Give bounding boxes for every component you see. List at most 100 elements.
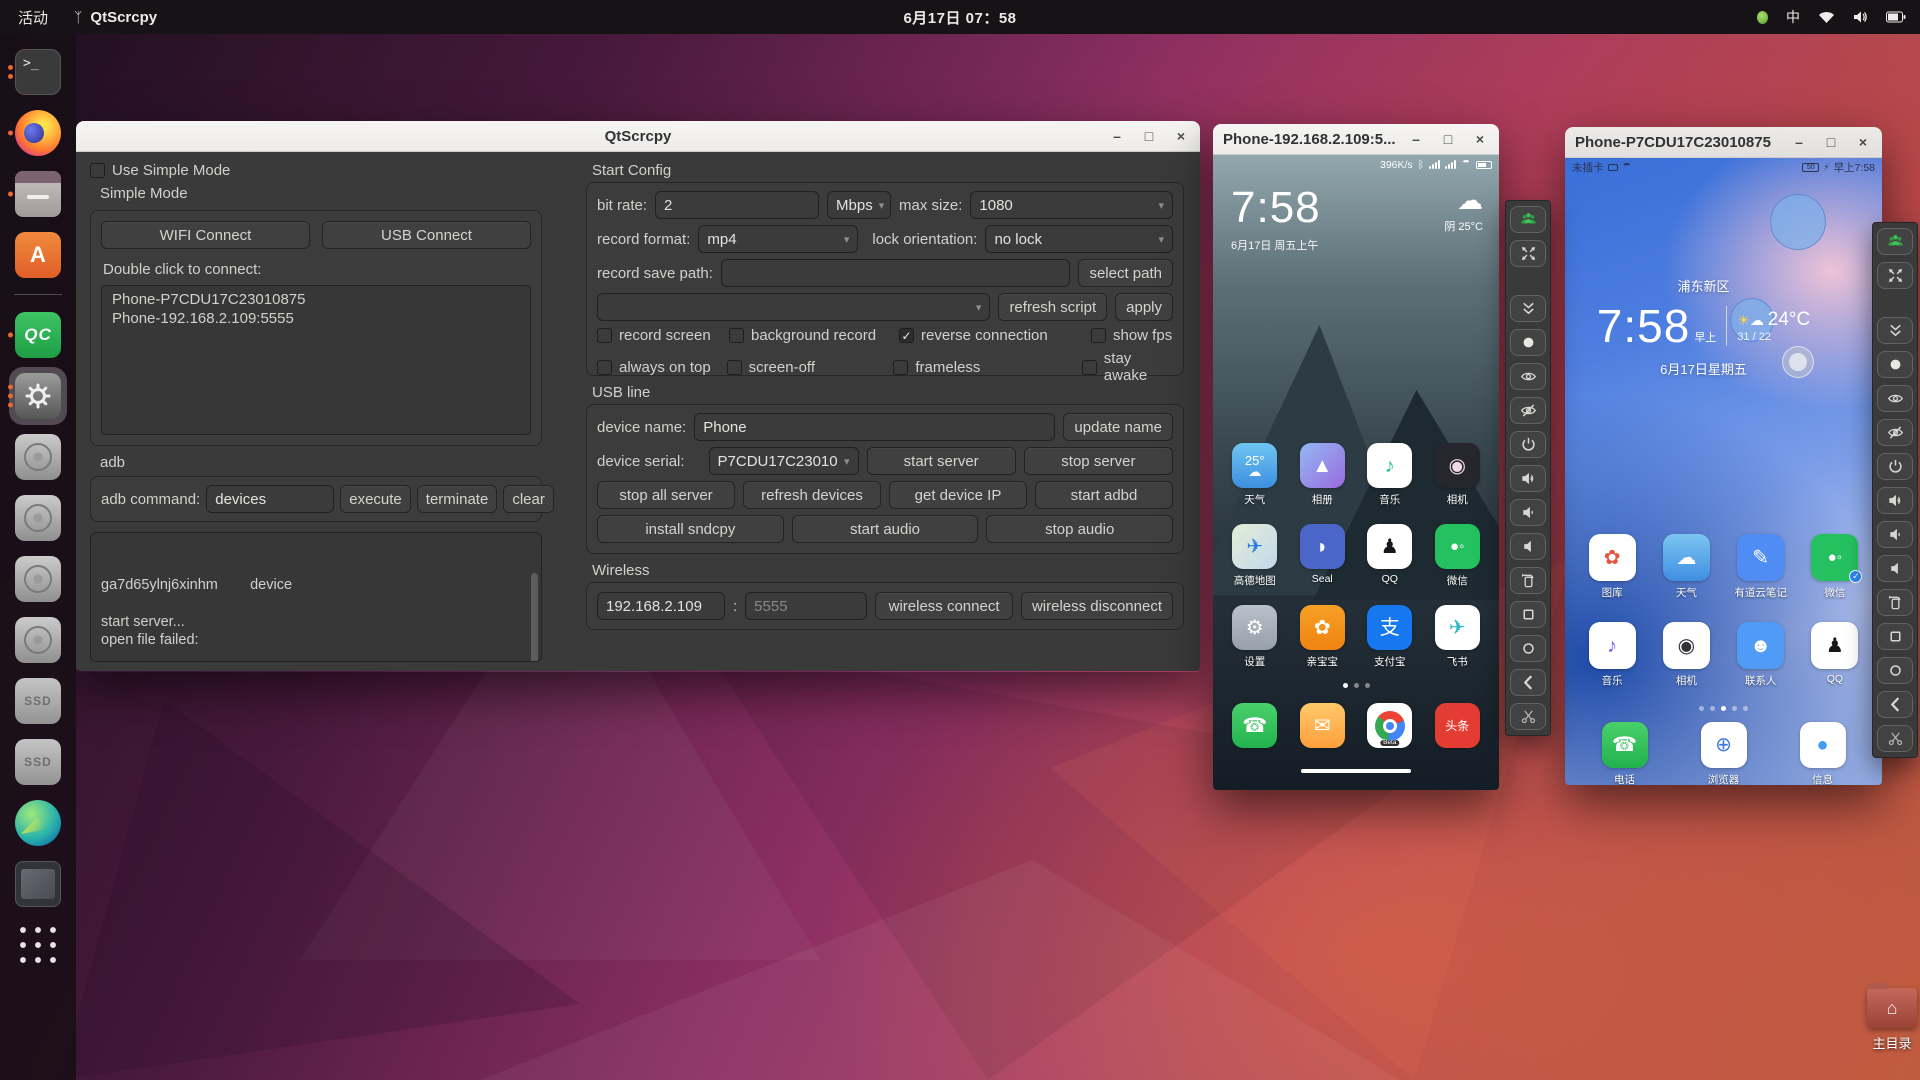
dock-item-ubuntu-software[interactable]: A: [6, 227, 70, 283]
app-相机[interactable]: ◉ 相机: [1434, 443, 1480, 507]
refresh-script-button[interactable]: refresh script: [998, 293, 1108, 321]
maximize-button[interactable]: □: [1138, 125, 1160, 147]
dock-item-sphere-app[interactable]: [6, 795, 70, 851]
rotate-screen-button[interactable]: [1877, 589, 1913, 616]
stop-all-server-button[interactable]: stop all server: [597, 481, 735, 509]
phone1-titlebar[interactable]: Phone-192.168.2.109:5... – □ ×: [1213, 124, 1499, 155]
app-高德地图[interactable]: ✈ 高德地图: [1232, 524, 1278, 588]
phone1-mirror-screen[interactable]: 396K/s ᛒ 7:58 6月17日 周五上午 ☁ 阴 25°C 25° ☁ 天气…: [1213, 155, 1499, 790]
dock-item-disc-1[interactable]: [6, 429, 70, 485]
screen-on-button[interactable]: [1877, 385, 1913, 412]
app-toutiao-app[interactable]: 头条: [1434, 703, 1480, 748]
background-record-checkbox[interactable]: background record: [729, 327, 895, 344]
home-button[interactable]: [1877, 657, 1913, 684]
use-simple-mode-checkbox[interactable]: Use Simple Mode: [90, 162, 230, 179]
device-name-input[interactable]: [694, 413, 1056, 441]
bit-rate-unit-select[interactable]: Mbps ▾: [827, 191, 892, 219]
app-相册[interactable]: ▲ 相册: [1299, 443, 1345, 507]
minimize-button[interactable]: –: [1106, 125, 1128, 147]
app-相机[interactable]: ◉ 相机: [1662, 622, 1710, 688]
clock[interactable]: 6月17日 07：58: [903, 7, 1016, 28]
record-format-select[interactable]: mp4 ▾: [698, 225, 859, 253]
power-button[interactable]: [1510, 431, 1546, 458]
app-天气[interactable]: ☁ 天气: [1662, 534, 1710, 600]
app-chrome-beta[interactable]: Beta: [1367, 703, 1413, 748]
input-method-indicator[interactable]: 中: [1786, 7, 1800, 27]
adb-log-output[interactable]: ga7d65ylnj6xinhm device start server... op…: [90, 532, 542, 662]
volume-up-button[interactable]: [1510, 465, 1546, 492]
log-scrollbar[interactable]: [531, 573, 538, 661]
start-server-button[interactable]: start server: [866, 447, 1016, 475]
volume-up-button[interactable]: [1877, 487, 1913, 514]
volume-mute-button[interactable]: [1510, 533, 1546, 560]
wireless-ip-input[interactable]: [597, 592, 725, 620]
app-qq[interactable]: ♟ QQ: [1367, 524, 1413, 588]
qtscrcpy-titlebar[interactable]: QtScrcpy – □ ×: [76, 121, 1200, 152]
show-fps-checkbox[interactable]: show fps: [1091, 327, 1172, 344]
fullscreen-button[interactable]: [1510, 240, 1546, 267]
close-button[interactable]: ×: [1469, 128, 1491, 150]
volume-down-button[interactable]: [1510, 499, 1546, 526]
app-phone-app[interactable]: ☎: [1232, 703, 1278, 748]
screenshot-button[interactable]: [1877, 725, 1913, 752]
app-电话[interactable]: ☎ 电话: [1601, 722, 1648, 785]
close-button[interactable]: ×: [1852, 131, 1874, 153]
dock-item-disc-3[interactable]: [6, 551, 70, 607]
always-on-top-checkbox[interactable]: always on top: [597, 350, 723, 384]
refresh-devices-button[interactable]: refresh devices: [743, 481, 881, 509]
reverse-connection-checkbox[interactable]: ✓ reverse connection: [899, 327, 1087, 344]
phone2-titlebar[interactable]: Phone-P7CDU17C23010875 – □ ×: [1565, 127, 1882, 158]
volume-down-button[interactable]: [1877, 521, 1913, 548]
app-messages-app[interactable]: ✉: [1299, 703, 1345, 748]
back-button[interactable]: [1510, 669, 1546, 696]
app-微信[interactable]: ●◦ ✓ 微信: [1811, 534, 1863, 600]
app-qq[interactable]: ♟ QQ: [1811, 622, 1859, 688]
dock-item-qtscrcpy-qc[interactable]: QC: [6, 307, 70, 363]
dock-item-firefox[interactable]: [6, 105, 70, 161]
device-list-item[interactable]: Phone-P7CDU17C23010875: [108, 290, 524, 309]
home-button[interactable]: [1510, 635, 1546, 662]
start-adbd-button[interactable]: start adbd: [1035, 481, 1173, 509]
record-save-path-input[interactable]: [720, 259, 1071, 287]
dock-item-show-apps[interactable]: [6, 917, 70, 973]
install-sndcpy-button[interactable]: install sndcpy: [597, 515, 784, 543]
dock-item-settings-active[interactable]: [6, 367, 70, 425]
app-亲宝宝[interactable]: ✿ 亲宝宝: [1299, 605, 1345, 669]
app-飞书[interactable]: ✈ 飞书: [1434, 605, 1480, 669]
record-screen-checkbox[interactable]: record screen: [597, 327, 725, 344]
app-微信[interactable]: ●◦ 微信: [1434, 524, 1480, 588]
update-name-button[interactable]: update name: [1063, 413, 1173, 441]
clear-button[interactable]: clear: [503, 485, 554, 513]
wireless-connect-button[interactable]: wireless connect: [875, 592, 1013, 620]
screen-off-checkbox[interactable]: screen-off: [726, 350, 890, 384]
wifi-connect-button[interactable]: WIFI Connect: [101, 221, 310, 249]
focused-app-menu[interactable]: ᛉ QtScrcpy: [74, 9, 157, 26]
max-size-select[interactable]: 1080 ▾: [970, 191, 1173, 219]
app-联系人[interactable]: ☻ 联系人: [1737, 622, 1785, 688]
app-switch-button[interactable]: [1877, 623, 1913, 650]
dock-item-terminal[interactable]: >_: [6, 44, 70, 100]
dock-item-disc-4[interactable]: [6, 612, 70, 668]
volume-mute-button[interactable]: [1877, 555, 1913, 582]
dock-item-files[interactable]: [6, 166, 70, 222]
app-switch-button[interactable]: [1510, 601, 1546, 628]
back-button[interactable]: [1877, 691, 1913, 718]
dock-item-ssd-2[interactable]: SSD: [6, 734, 70, 790]
app-seal[interactable]: ◗ Seal: [1299, 524, 1345, 588]
volume-icon[interactable]: [1853, 10, 1868, 24]
maximize-button[interactable]: □: [1820, 131, 1842, 153]
expand-notification-button[interactable]: [1510, 295, 1546, 322]
terminate-button[interactable]: terminate: [416, 485, 498, 513]
get-device-ip-button[interactable]: get device IP: [889, 481, 1027, 509]
battery-icon[interactable]: [1886, 11, 1906, 23]
device-list-item[interactable]: Phone-192.168.2.109:5555: [108, 309, 524, 328]
screen-off-button[interactable]: [1510, 397, 1546, 424]
app-浏览器[interactable]: ⊕ 浏览器: [1700, 722, 1747, 785]
stay-awake-checkbox[interactable]: stay awake: [1081, 350, 1177, 384]
lock-orientation-select[interactable]: no lock ▾: [985, 225, 1173, 253]
phone2-mirror-screen[interactable]: 未插卡 50 ⚡ 早上7:58 浦东新区 7:58 早上 ☀☁ 24°C 31 …: [1565, 158, 1882, 785]
frameless-checkbox[interactable]: frameless: [893, 350, 1077, 384]
dock-item-tablet-device[interactable]: [6, 856, 70, 912]
screen-off-button[interactable]: [1877, 419, 1913, 446]
screen-on-button[interactable]: [1510, 363, 1546, 390]
